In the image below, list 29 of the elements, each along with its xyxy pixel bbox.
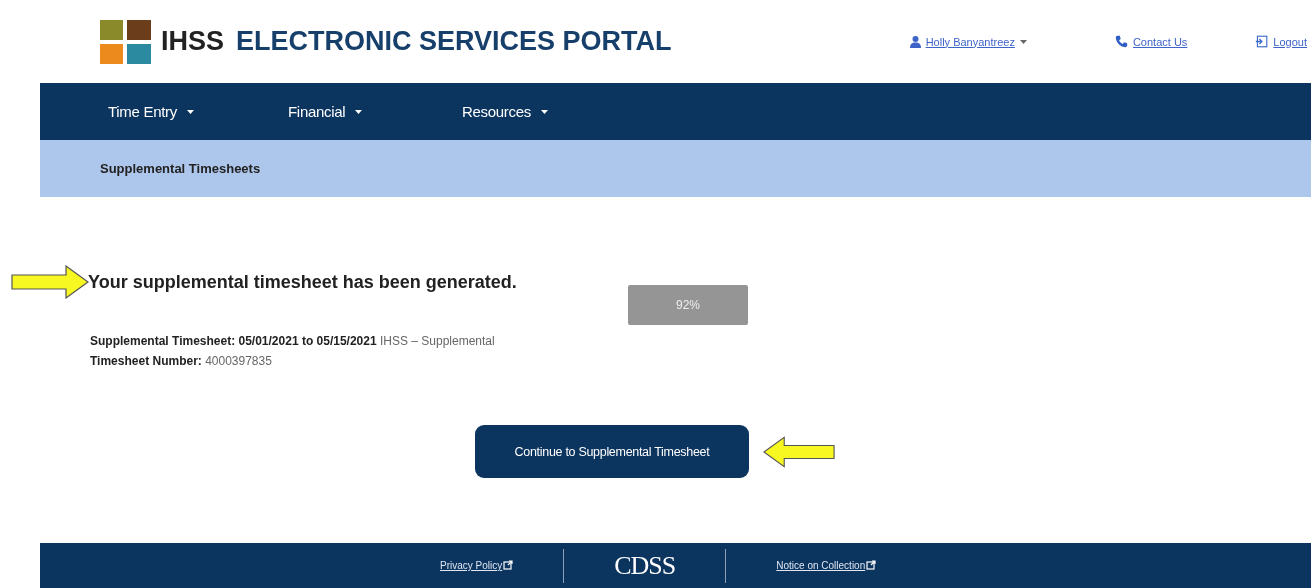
nav-menu-item[interactable]: Resources (462, 103, 642, 120)
logo-text: IHSS (161, 26, 225, 57)
contact-link[interactable]: Contact Us (1114, 35, 1188, 48)
logout-link[interactable]: Logout (1255, 35, 1307, 48)
logo-icon (100, 19, 151, 64)
caret-icon (355, 109, 363, 114)
detail-line: Timesheet Number: 4000397835 (90, 353, 273, 370)
page-heading: Supplemental Timesheets (100, 161, 261, 176)
success-message: Your supplemental timesheet has been generated. (88, 271, 517, 293)
caret-icon (1019, 39, 1027, 44)
arrow-icon (11, 265, 89, 299)
detail-line: Supplemental Timesheet: 05/01/2021 to 05/15/2021 IHSS – Supplemental (90, 333, 496, 350)
caret-icon (186, 109, 194, 114)
external-link-icon (503, 560, 514, 570)
nav-menu-item[interactable]: Financial (288, 103, 462, 120)
portal-title: ELECTRONIC SERVICES PORTAL (236, 26, 672, 57)
nav-menu-item[interactable]: Time Entry (108, 103, 288, 120)
arrow-icon (763, 434, 835, 469)
cdss-logo: CDSS (614, 550, 676, 581)
external-link-icon (866, 560, 877, 570)
caret-icon (541, 109, 548, 114)
continue-button[interactable]: Continue to Supplemental Timesheet (475, 425, 749, 478)
footer-link[interactable]: Notice on Collection (776, 560, 877, 571)
footer-link[interactable]: Privacy Policy (440, 560, 514, 571)
phone-icon (1114, 35, 1128, 48)
logout-icon (1255, 35, 1269, 48)
user-menu[interactable]: Holly Banyantreez (909, 35, 1027, 48)
user-icon (909, 35, 921, 48)
progress-badge: 92% (628, 285, 748, 325)
